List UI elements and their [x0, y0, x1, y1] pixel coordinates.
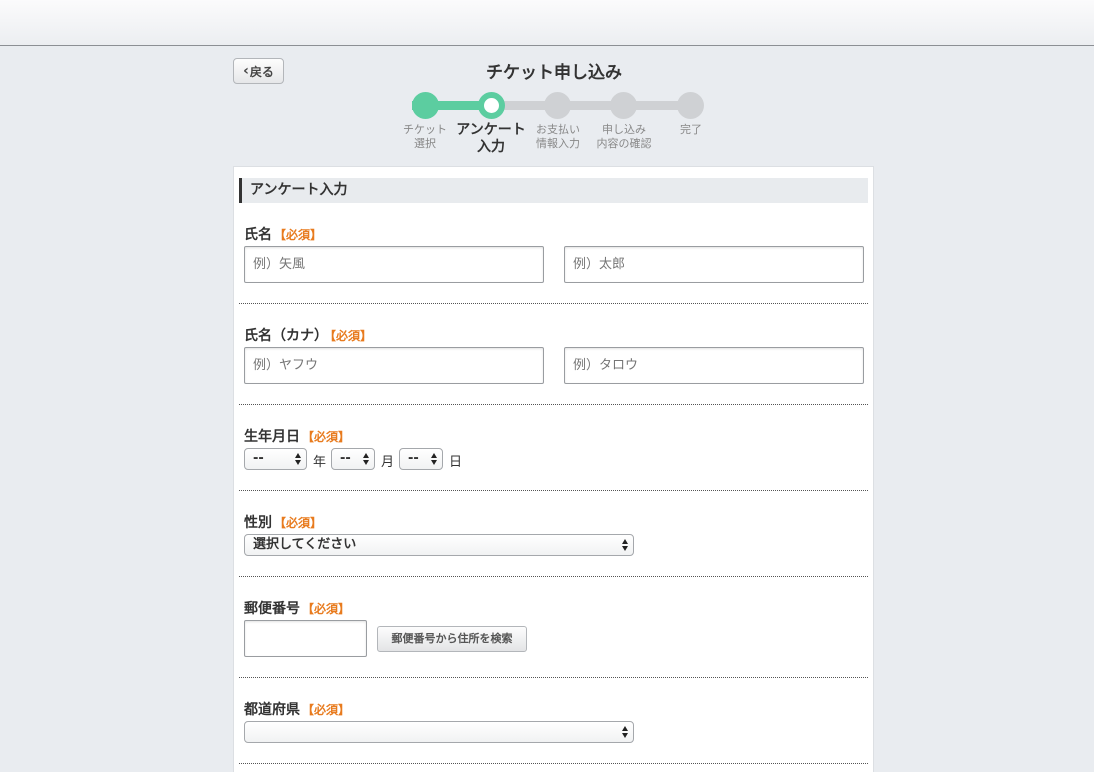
- select-arrows-icon: [431, 452, 438, 466]
- required-badge: 【必須】: [330, 329, 373, 343]
- back-button[interactable]: ‹ 戻る: [233, 58, 284, 84]
- required-badge: 【必須】: [274, 228, 323, 242]
- first-name-kana-input[interactable]: [564, 347, 864, 384]
- form-card: アンケート入力 氏名【必須】 氏名（カナ）【必須】 生年月日【必須】 -- 年 …: [233, 166, 874, 772]
- birth-day-select[interactable]: --: [399, 448, 443, 470]
- divider: [239, 576, 868, 577]
- prefecture-label: 都道府県 【必須】: [244, 702, 351, 718]
- select-arrows-icon: [363, 452, 370, 466]
- postal-code-input[interactable]: [244, 620, 367, 657]
- divider: [239, 763, 868, 764]
- required-badge: 【必須】: [274, 516, 323, 530]
- day-unit: 日: [449, 455, 463, 470]
- divider: [239, 677, 868, 678]
- birthday-label: 生年月日 【必須】: [244, 429, 351, 445]
- prefecture-select[interactable]: [244, 721, 634, 743]
- select-arrows-icon: [622, 725, 629, 739]
- divider: [239, 490, 868, 491]
- step-label-2: アンケート 入力: [456, 122, 526, 155]
- step-label-1: チケット 選択: [403, 123, 447, 150]
- year-unit: 年: [313, 455, 327, 470]
- section-heading: アンケート入力: [239, 178, 868, 203]
- progress-stepper: チケット 選択 アンケート 入力 お支払い 情報入力 申し込み 内容の確認 完了: [392, 92, 722, 162]
- gender-label: 性別 【必須】: [244, 515, 323, 531]
- name-label: 氏名 【必須】: [244, 227, 323, 243]
- step-label-3: お支払い 情報入力: [536, 123, 580, 150]
- month-unit: 月: [381, 455, 395, 470]
- step-label-4: 申し込み 内容の確認: [596, 123, 652, 150]
- postal-search-button[interactable]: 郵便番号から住所を検索: [377, 626, 527, 652]
- step-dot-5: [677, 92, 704, 119]
- select-arrows-icon: [295, 452, 302, 466]
- top-bar: [0, 0, 1094, 46]
- step-dot-3: [544, 92, 571, 119]
- step-dot-2: [478, 92, 505, 119]
- required-badge: 【必須】: [302, 703, 351, 717]
- back-button-label: 戻る: [249, 64, 274, 79]
- postal-code-label: 郵便番号 【必須】: [244, 601, 351, 617]
- last-name-input[interactable]: [244, 246, 544, 283]
- required-badge: 【必須】: [302, 602, 351, 616]
- step-label-5: 完了: [680, 123, 702, 136]
- page-title: チケット申し込み: [486, 63, 622, 83]
- birth-month-select[interactable]: --: [331, 448, 375, 470]
- step-track-todo: [492, 101, 692, 110]
- chevron-left-icon: ‹: [243, 63, 249, 79]
- first-name-input[interactable]: [564, 246, 864, 283]
- gender-select[interactable]: 選択してください: [244, 534, 634, 556]
- select-arrows-icon: [622, 538, 629, 552]
- divider: [239, 404, 868, 405]
- birth-year-select[interactable]: --: [244, 448, 307, 470]
- step-dot-1: [412, 92, 439, 119]
- required-badge: 【必須】: [302, 430, 351, 444]
- name-kana-label: 氏名（カナ） 【必須】: [244, 328, 373, 344]
- step-dot-4: [610, 92, 637, 119]
- last-name-kana-input[interactable]: [244, 347, 544, 384]
- divider: [239, 303, 868, 304]
